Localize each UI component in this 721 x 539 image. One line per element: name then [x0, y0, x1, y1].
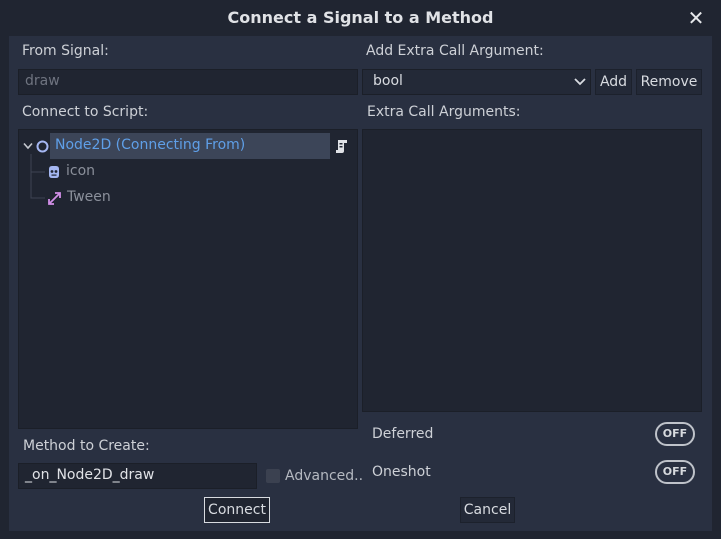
advanced-checkbox[interactable]: [266, 469, 280, 483]
node2d-icon: [36, 140, 49, 153]
method-to-create-label: Method to Create:: [23, 438, 150, 454]
script-icon[interactable]: [335, 139, 349, 154]
add-extra-arg-label: Add Extra Call Argument:: [366, 43, 544, 59]
tree-item-node2d[interactable]: Node2D (Connecting From): [19, 133, 357, 159]
dialog-title: Connect a Signal to a Method: [227, 8, 494, 27]
from-signal-field: draw: [18, 69, 358, 95]
cancel-button[interactable]: Cancel: [460, 497, 515, 523]
connect-signal-dialog: Connect a Signal to a Method ✕ From Sign…: [0, 0, 721, 539]
dialog-titlebar: Connect a Signal to a Method ✕: [0, 0, 721, 38]
sprite-icon: [49, 166, 59, 178]
chevron-down-icon[interactable]: [23, 142, 33, 150]
tree-item-label: Node2D (Connecting From): [55, 137, 246, 153]
oneshot-toggle[interactable]: OFF: [655, 460, 695, 484]
deferred-label: Deferred: [372, 426, 434, 442]
arg-type-value: bool: [373, 73, 403, 89]
method-name-value: _on_Node2D_draw: [25, 467, 155, 483]
extra-call-args-list[interactable]: [362, 129, 702, 412]
method-name-input[interactable]: _on_Node2D_draw: [18, 463, 257, 489]
from-signal-value: draw: [25, 73, 60, 89]
tree-item-tween[interactable]: Tween: [19, 185, 357, 211]
chevron-down-icon: [574, 78, 586, 86]
connect-to-script-label: Connect to Script:: [22, 104, 149, 120]
advanced-label[interactable]: Advanced..: [285, 468, 363, 484]
tree-item-label: icon: [66, 163, 96, 179]
add-argument-button[interactable]: Add: [595, 69, 632, 95]
tween-icon: [48, 192, 61, 205]
arg-type-select[interactable]: bool: [362, 69, 591, 95]
connect-button[interactable]: Connect: [204, 497, 270, 523]
from-signal-label: From Signal:: [22, 43, 109, 59]
close-icon[interactable]: ✕: [687, 7, 705, 29]
remove-argument-button[interactable]: Remove: [636, 69, 702, 95]
scene-tree: Node2D (Connecting From) icon Tween: [18, 129, 358, 429]
extra-call-args-label: Extra Call Arguments:: [367, 104, 521, 120]
tree-item-label: Tween: [67, 189, 111, 205]
deferred-toggle[interactable]: OFF: [655, 422, 695, 446]
tree-item-icon[interactable]: icon: [19, 159, 357, 185]
oneshot-label: Oneshot: [372, 464, 431, 480]
